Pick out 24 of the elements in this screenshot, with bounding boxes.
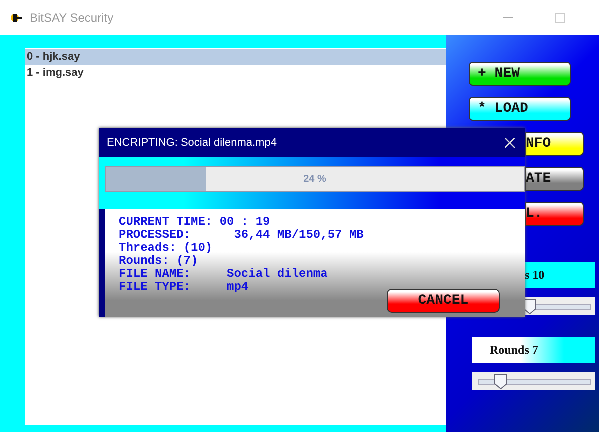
close-icon[interactable]	[505, 138, 515, 148]
slider[interactable]	[525, 297, 595, 315]
action-button[interactable]: ATE	[525, 167, 584, 191]
action-button[interactable]: * LOAD	[469, 97, 571, 121]
status-line: CURRENT TIME: 00 : 19	[119, 216, 272, 229]
progress-reading: 24 %	[304, 174, 326, 184]
action-button[interactable]: L.	[525, 202, 584, 226]
slider-thumb[interactable]	[494, 374, 508, 390]
status-line: Rounds: (7)	[119, 255, 200, 268]
setting-label: s 10	[525, 262, 595, 288]
status-line: FILE NAME: Social dilenma	[119, 268, 329, 281]
status-line: Threads: (10)	[119, 242, 214, 255]
slider[interactable]	[472, 372, 595, 390]
action-button[interactable]: NFO	[525, 132, 584, 156]
window-title: BitSAY Security	[30, 10, 115, 24]
setting-label: Rounds 7	[472, 337, 595, 363]
cancel-button[interactable]: CANCEL	[387, 289, 500, 313]
file-item[interactable]: 1 - img.say	[25, 65, 446, 81]
status-line: PROCESSED: 36,44 MB/150,57 MB	[119, 229, 365, 242]
action-button[interactable]: + NEW	[469, 62, 571, 86]
app-logo-icon	[10, 12, 22, 24]
dialog-title: ENCRIPTING: Social dilenma.mp4	[107, 136, 278, 148]
status-line: FILE TYPE: mp4	[119, 281, 250, 294]
file-item[interactable]: 0 - hjk.say	[25, 49, 446, 65]
